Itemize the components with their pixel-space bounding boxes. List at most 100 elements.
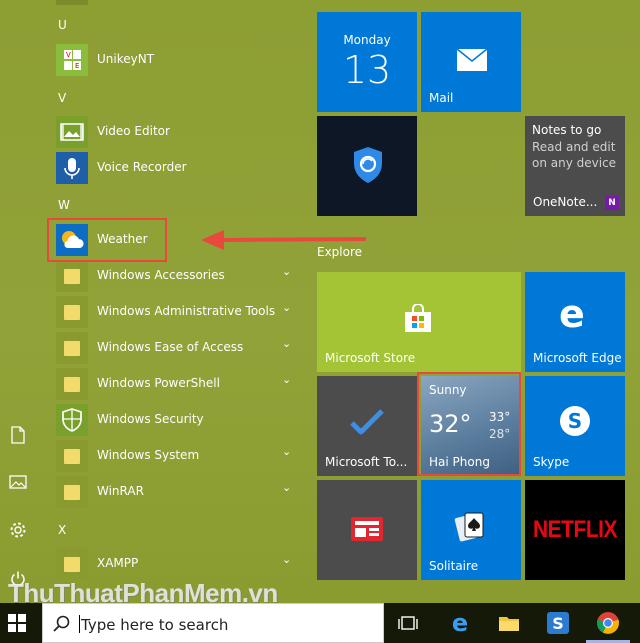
app-label: Windows Administrative Tools — [97, 304, 276, 318]
app-label: Video Editor — [97, 124, 170, 138]
microsoft-todo-tile[interactable]: Microsoft To... — [317, 376, 417, 476]
mail-icon — [456, 48, 488, 71]
documents-icon[interactable] — [9, 426, 27, 444]
app-label: Windows System — [97, 448, 200, 462]
notes-body: Read and edit on any device — [532, 140, 617, 170]
app-windows-system[interactable]: Windows System ⌄ — [56, 439, 312, 473]
search-placeholder: Type here to search — [81, 616, 229, 634]
taskbar-search-box[interactable]: Type here to search — [42, 603, 384, 643]
folder-icon — [56, 260, 88, 292]
svg-text:V: V — [66, 51, 71, 59]
settings-gear-icon[interactable] — [9, 521, 27, 539]
chevron-down-icon[interactable]: ⌄ — [282, 265, 291, 278]
edge-taskbar-icon[interactable]: e — [448, 611, 472, 635]
cards-icon — [454, 512, 484, 542]
store-bag-icon — [405, 304, 431, 332]
letter-header-x[interactable]: X — [58, 523, 66, 537]
app-label: UnikeyNT — [97, 52, 155, 66]
app-windows-powershell[interactable]: Windows PowerShell ⌄ — [56, 367, 312, 401]
security-tile[interactable] — [317, 116, 417, 216]
netflix-tile[interactable]: NETFLIX — [525, 480, 625, 580]
skype-tile[interactable]: S Skype — [525, 376, 625, 476]
app-label: Windows Accessories — [97, 268, 225, 282]
folder-icon — [56, 368, 88, 400]
app-label: WinRAR — [97, 484, 144, 498]
solitaire-tile[interactable]: Solitaire — [421, 480, 521, 580]
chrome-icon[interactable] — [596, 611, 620, 635]
tile-label: Mail — [429, 91, 454, 105]
app-windows-ease-of-access[interactable]: Windows Ease of Access ⌄ — [56, 331, 312, 365]
letter-header-w[interactable]: W — [58, 198, 70, 212]
app-unikeynt[interactable]: VE UnikeyNT — [56, 43, 312, 77]
app-voice-recorder[interactable]: Voice Recorder — [56, 151, 312, 185]
weather-highlight-box — [47, 218, 167, 262]
svg-text:S: S — [552, 614, 564, 633]
app-xampp[interactable]: XAMPP ⌄ — [56, 547, 312, 581]
tile-label: Solitaire — [429, 559, 479, 573]
svg-text:S: S — [568, 409, 582, 433]
app-label: XAMPP — [97, 556, 139, 570]
search-caret — [79, 615, 80, 633]
folder-icon — [56, 296, 88, 328]
shield-icon — [56, 404, 88, 436]
tile-label: Skype — [533, 455, 570, 469]
folder-icon — [56, 476, 88, 508]
group-title-explore[interactable]: Explore — [317, 245, 362, 259]
power-icon[interactable] — [9, 570, 27, 588]
app-list-top-item — [56, 0, 88, 5]
chevron-down-icon[interactable]: ⌄ — [282, 373, 291, 386]
voice-recorder-icon — [56, 152, 88, 184]
chevron-down-icon[interactable]: ⌄ — [282, 301, 291, 314]
app-list: U VE UnikeyNT V Video Editor Voice Recor… — [36, 0, 304, 603]
tile-label: Microsoft Edge — [533, 351, 622, 365]
checkmark-icon — [350, 409, 384, 435]
tile-label: Microsoft To... — [325, 455, 408, 469]
letter-header-v[interactable]: V — [58, 91, 66, 105]
file-explorer-icon[interactable] — [497, 611, 521, 635]
onenote-tile[interactable]: Notes to go Read and edit on any device … — [525, 116, 625, 216]
folder-icon — [56, 440, 88, 472]
tile-label: Microsoft Store — [325, 351, 416, 365]
calendar-date: 13 — [342, 48, 392, 92]
notes-title: Notes to go — [532, 123, 602, 137]
calendar-tile[interactable]: Monday 13 — [317, 12, 417, 112]
start-rail — [0, 0, 36, 603]
mail-tile[interactable]: Mail — [421, 12, 521, 112]
chevron-down-icon[interactable]: ⌄ — [282, 445, 291, 458]
chevron-down-icon[interactable]: ⌄ — [282, 337, 291, 350]
search-icon — [53, 615, 70, 632]
app-windows-security[interactable]: Windows Security — [56, 403, 312, 437]
folder-icon — [56, 548, 88, 580]
tile-label: OneNote... — [533, 195, 598, 209]
pictures-icon[interactable] — [9, 474, 27, 492]
app-winrar[interactable]: WinRAR ⌄ — [56, 475, 312, 509]
news-tile[interactable] — [317, 480, 417, 580]
onenote-icon: N — [605, 196, 619, 210]
shield-icon — [354, 147, 382, 183]
app-windows-administrative-tools[interactable]: Windows Administrative Tools ⌄ — [56, 295, 312, 329]
snagit-icon[interactable]: S — [546, 611, 570, 635]
windows-start-icon[interactable] — [8, 614, 28, 634]
svg-text:E: E — [75, 62, 79, 70]
chevron-down-icon[interactable]: ⌄ — [282, 553, 291, 566]
app-windows-accessories[interactable]: Windows Accessories ⌄ — [56, 259, 312, 293]
video-editor-icon — [56, 116, 88, 148]
folder-icon — [56, 332, 88, 364]
unikey-icon: VE — [56, 44, 88, 76]
task-view-icon[interactable] — [397, 611, 421, 635]
microsoft-store-tile[interactable]: Microsoft Store — [317, 272, 521, 372]
chevron-down-icon[interactable]: ⌄ — [282, 481, 291, 494]
news-icon — [351, 517, 383, 541]
microsoft-edge-tile[interactable]: e Microsoft Edge — [525, 272, 625, 372]
app-label: Windows Ease of Access — [97, 340, 244, 354]
app-label: Windows Security — [97, 412, 204, 426]
app-label: Windows PowerShell — [97, 376, 220, 390]
letter-header-u[interactable]: U — [58, 18, 67, 32]
weather-tile-highlight-box — [417, 372, 521, 476]
calendar-day: Monday — [343, 33, 391, 47]
netflix-logo: NETFLIX — [533, 516, 618, 543]
edge-icon: e — [559, 292, 585, 336]
skype-icon: S — [560, 406, 590, 436]
app-label: Voice Recorder — [97, 160, 187, 174]
app-video-editor[interactable]: Video Editor — [56, 115, 312, 149]
